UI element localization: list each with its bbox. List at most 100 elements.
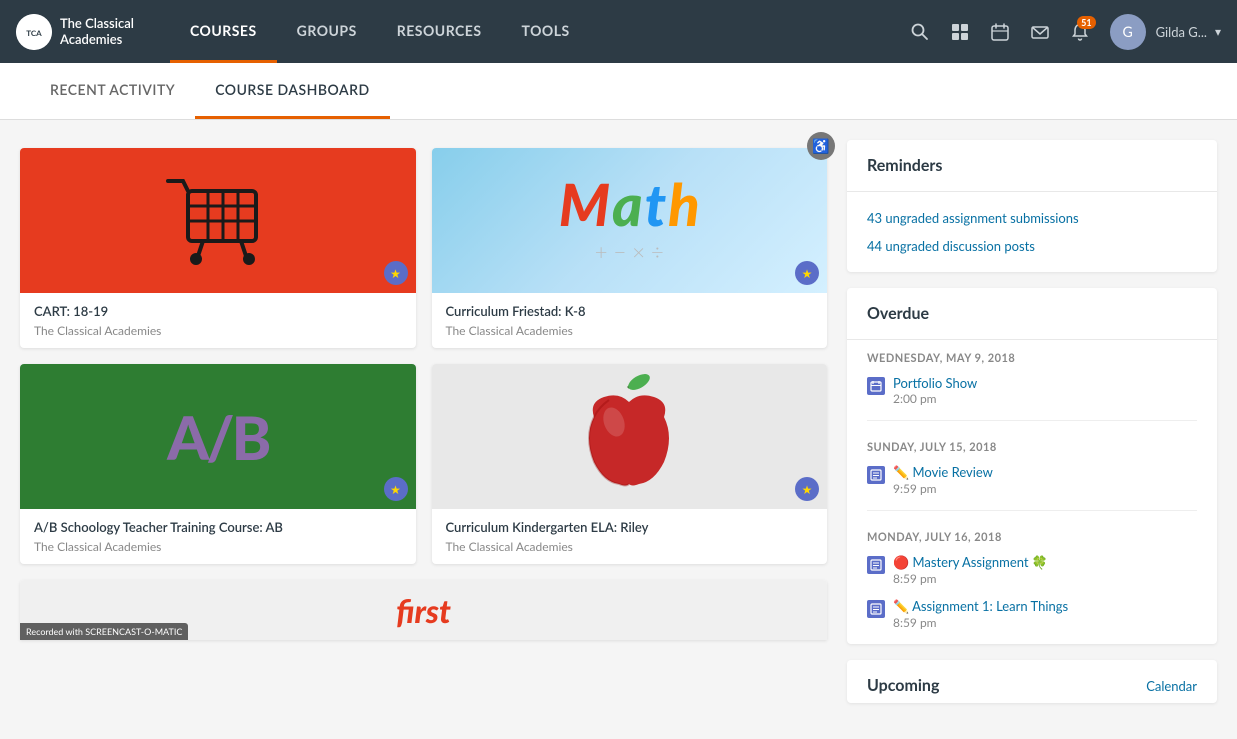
overdue-item-learn: ✏️ Assignment 1: Learn Things 8:59 pm (847, 592, 1217, 636)
overdue-item-portfolio: Portfolio Show 2:00 pm (847, 369, 1217, 412)
overdue-details-mastery: 🔴 Mastery Assignment 🍀 8:59 pm (893, 554, 1197, 586)
first-text: first (396, 591, 451, 630)
overdue-item-icon-movie (867, 466, 885, 484)
nav-links: COURSES GROUPS RESOURCES TOOLS (170, 0, 902, 63)
overdue-details-movie: ✏️ Movie Review 9:59 pm (893, 464, 1197, 496)
nav-courses[interactable]: COURSES (170, 0, 277, 63)
upcoming-title: Upcoming (867, 676, 939, 695)
overdue-bottom-pad (847, 636, 1217, 644)
course-title-math: Curriculum Friestad: K-8 (446, 303, 814, 319)
accessibility-button[interactable]: ♿ (807, 132, 835, 160)
overdue-title: Overdue (847, 288, 1217, 340)
overdue-title-portfolio[interactable]: Portfolio Show (893, 375, 1197, 391)
tabs-bar: RECENT ACTIVITY COURSE DASHBOARD (0, 63, 1237, 120)
sidebar: Reminders 43 ungraded assignment submiss… (847, 140, 1217, 719)
overdue-date-wed: WEDNESDAY, MAY 9, 2018 (847, 340, 1217, 369)
cart-icon (158, 171, 278, 271)
course-org-cart: The Classical Academies (34, 323, 402, 338)
overdue-time-portfolio: 2:00 pm (893, 391, 1197, 406)
main-content: ♿ (0, 120, 1237, 739)
logo-text: The Classical Academies (60, 16, 150, 47)
overdue-time-movie: 9:59 pm (893, 481, 1197, 496)
overdue-item-icon-mastery (867, 556, 885, 574)
overdue-title-learn[interactable]: ✏️ Assignment 1: Learn Things (893, 598, 1197, 615)
logo-image: TCA (16, 14, 52, 50)
overdue-time-mastery: 8:59 pm (893, 571, 1197, 586)
math-letter-a: a (612, 176, 642, 234)
overdue-item-movie: ✏️ Movie Review 9:59 pm (847, 458, 1217, 502)
course-card-cart[interactable]: ★ CART: 18-19 The Classical Academies (20, 148, 416, 348)
math-ops: + − × ÷ (595, 238, 664, 265)
calendar-small-icon (870, 380, 882, 392)
course-title-apple: Curriculum Kindergarten ELA: Riley (446, 519, 814, 535)
course-info-ab: A/B Schoology Teacher Training Course: A… (20, 509, 416, 564)
assignment-small-icon-3 (870, 603, 882, 615)
overdue-date-group-1: WEDNESDAY, MAY 9, 2018 Portfolio Show 2:… (847, 340, 1217, 412)
course-badge-apple: ★ (795, 477, 819, 501)
notification-count: 51 (1077, 16, 1095, 29)
course-title-ab: A/B Schoology Teacher Training Course: A… (34, 519, 402, 535)
upcoming-calendar-link[interactable]: Calendar (1146, 678, 1197, 694)
screencast-watermark: Recorded with SCREENCAST-O-MATIC (20, 623, 188, 640)
course-info-cart: CART: 18-19 The Classical Academies (20, 293, 416, 348)
nav-groups[interactable]: GROUPS (277, 0, 377, 63)
nav-tools[interactable]: TOOLS (502, 0, 590, 63)
course-org-math: The Classical Academies (446, 323, 814, 338)
overdue-title-movie[interactable]: ✏️ Movie Review (893, 464, 1197, 481)
overdue-date-mon: MONDAY, JULY 16, 2018 (847, 519, 1217, 548)
calendar-button[interactable] (982, 14, 1018, 50)
course-info-apple: Curriculum Kindergarten ELA: Riley The C… (432, 509, 828, 564)
courses-grid: ★ CART: 18-19 The Classical Academies Ma… (20, 148, 827, 564)
apple-icon (574, 372, 684, 502)
notifications-button[interactable]: 51 (1062, 14, 1098, 50)
reminders-title: Reminders (847, 140, 1217, 192)
overdue-section: Overdue WEDNESDAY, MAY 9, 2018 Portfo (847, 288, 1217, 644)
assignment-small-icon-2 (870, 559, 882, 571)
course-title-cart: CART: 18-19 (34, 303, 402, 319)
svg-text:TCA: TCA (26, 28, 42, 38)
course-org-apple: The Classical Academies (446, 539, 814, 554)
course-thumb-apple: ★ (432, 364, 828, 509)
course-thumb-ab: A/B ★ (20, 364, 416, 509)
math-letter-h: h (668, 176, 700, 234)
nav-icon-group: 51 G Gilda G... ▾ (902, 14, 1221, 50)
course-badge-cart: ★ (384, 261, 408, 285)
math-letter-m: M (559, 176, 610, 234)
grid-button[interactable] (942, 14, 978, 50)
user-menu-chevron[interactable]: ▾ (1215, 24, 1221, 39)
course-thumb-cart: ★ (20, 148, 416, 293)
course-card-apple[interactable]: ★ Curriculum Kindergarten ELA: Riley The… (432, 364, 828, 564)
overdue-title-mastery[interactable]: 🔴 Mastery Assignment 🍀 (893, 554, 1197, 571)
overdue-date-group-3: MONDAY, JULY 16, 2018 🔴 Mastery Assignme… (847, 519, 1217, 636)
overdue-item-icon-portfolio (867, 377, 885, 395)
overdue-item-mastery: 🔴 Mastery Assignment 🍀 8:59 pm (847, 548, 1217, 592)
user-avatar[interactable]: G (1110, 14, 1146, 50)
logo[interactable]: TCA The Classical Academies (16, 14, 150, 50)
reminder-link-discussions[interactable]: 44 ungraded discussion posts (847, 232, 1217, 260)
reminder-link-assignments[interactable]: 43 ungraded assignment submissions (847, 204, 1217, 232)
screencast-text: Recorded with SCREENCAST-O-MATIC (26, 626, 182, 637)
course-card-ab[interactable]: A/B ★ A/B Schoology Teacher Training Cou… (20, 364, 416, 564)
course-card-math[interactable]: Math + − × ÷ ★ Curriculum Friestad: K-8 … (432, 148, 828, 348)
overdue-date-group-2: SUNDAY, JULY 15, 2018 ✏️ Movie Review 9:… (847, 429, 1217, 502)
top-navigation: TCA The Classical Academies COURSES GROU… (0, 0, 1237, 63)
tab-course-dashboard[interactable]: COURSE DASHBOARD (195, 63, 389, 119)
course-badge-ab: ★ (384, 477, 408, 501)
course-info-math: Curriculum Friestad: K-8 The Classical A… (432, 293, 828, 348)
course-org-ab: The Classical Academies (34, 539, 402, 554)
tab-recent-activity[interactable]: RECENT ACTIVITY (30, 63, 195, 119)
divider-1 (867, 420, 1197, 421)
math-letter-t: t (645, 176, 667, 234)
reminders-list: 43 ungraded assignment submissions 44 un… (847, 192, 1217, 272)
nav-resources[interactable]: RESOURCES (377, 0, 502, 63)
username-label[interactable]: Gilda G... (1156, 24, 1207, 40)
upcoming-header: Upcoming Calendar (847, 660, 1217, 703)
assignment-small-icon (870, 469, 882, 481)
accessibility-icon: ♿ (812, 137, 829, 155)
overdue-date-sun: SUNDAY, JULY 15, 2018 (847, 429, 1217, 458)
courses-area: ♿ (20, 140, 847, 719)
overdue-details-learn: ✏️ Assignment 1: Learn Things 8:59 pm (893, 598, 1197, 630)
course-thumb-math: Math + − × ÷ ★ (432, 148, 828, 293)
search-button[interactable] (902, 14, 938, 50)
mail-button[interactable] (1022, 14, 1058, 50)
